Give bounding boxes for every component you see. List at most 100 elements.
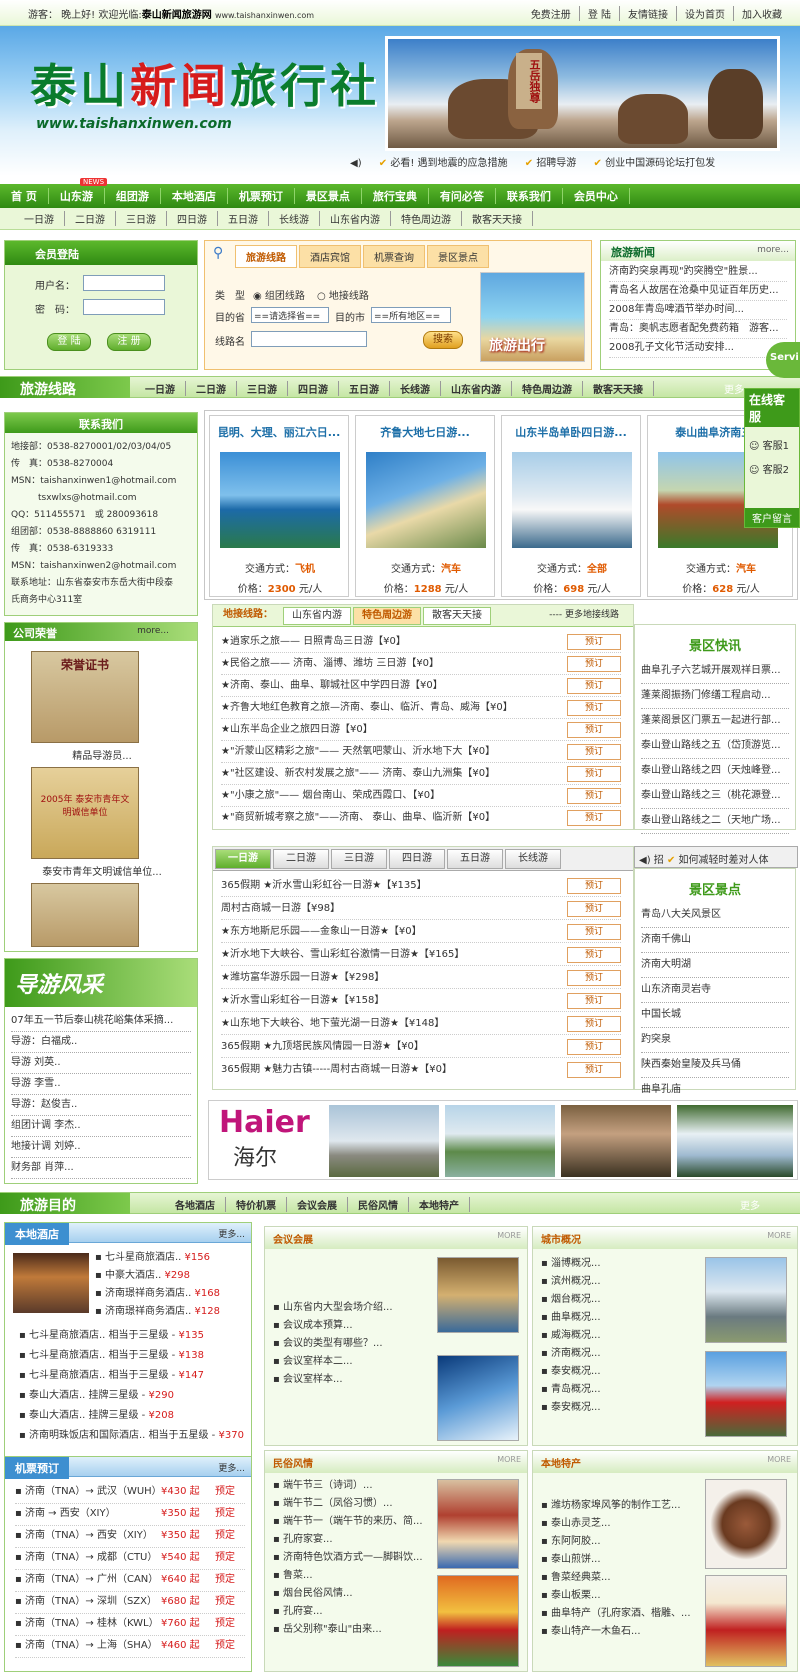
tab-two-day[interactable]: 二日游 (273, 848, 329, 869)
book-button[interactable]: 预订 (567, 993, 621, 1009)
scenic-news-item[interactable]: 蓬莱阁景区门票五一起进行部... (641, 709, 789, 734)
nav-group[interactable]: 组团游 (105, 188, 161, 204)
tab-flights[interactable]: 机票查询 (363, 245, 425, 268)
flight-row[interactable]: ▪ 济南（TNA）→ 深圳（SZX） ¥680 起预定 (15, 1591, 245, 1614)
dest-link[interactable]: 特价机票 (226, 1197, 287, 1212)
routes-filter[interactable]: 三日游 (237, 381, 288, 396)
password-input[interactable] (83, 299, 165, 315)
book-button[interactable]: 预订 (567, 766, 621, 782)
honor-caption[interactable]: 精品导游员... (5, 747, 199, 762)
city-item[interactable]: ▪ 烟台概况... (541, 1291, 601, 1309)
city-item[interactable]: ▪ 曲阜概况... (541, 1309, 601, 1327)
city-item[interactable]: ▪ 泰安概况... (541, 1363, 601, 1381)
haier-ad[interactable]: Haier 海尔 (213, 1105, 323, 1177)
flight-row[interactable]: ▪ 济南（TNA）→ 广州（CAN） ¥640 起预定 (15, 1569, 245, 1592)
specialty-item[interactable]: ▪ 鲁菜经典菜... (541, 1569, 691, 1587)
folk-item[interactable]: ▪ 孔府宴... (273, 1603, 423, 1621)
subnav-item[interactable]: 三日游 (116, 211, 167, 226)
local-routes-more[interactable]: ---- 更多地接线路 (541, 607, 627, 625)
book-button[interactable]: 预订 (567, 1016, 621, 1032)
service-badge[interactable]: Servi (766, 342, 800, 378)
guide-item[interactable]: 财务部 肖萍... (11, 1158, 191, 1179)
tab-hotels[interactable]: 酒店宾馆 (299, 245, 361, 268)
marquee-item[interactable]: 必看! 遇到地震的应急措施 (390, 158, 507, 169)
routes-filter[interactable]: 散客天天接 (583, 381, 654, 396)
nav-flight[interactable]: 机票预订 (228, 188, 295, 204)
specialty-item[interactable]: ▪ 泰山特产一木鱼石... (541, 1623, 691, 1641)
nav-hotel[interactable]: 本地酒店 (161, 188, 228, 204)
scenic-spot[interactable]: 中国长城 (641, 1003, 789, 1028)
radio-group-route[interactable]: ◉ 组团线路 (253, 287, 305, 302)
register-button[interactable]: 注 册 (107, 333, 151, 351)
scenic-news-item[interactable]: 曲阜孔子六艺城开展观祥日票... (641, 659, 789, 684)
scenic-spot[interactable]: 趵突泉 (641, 1028, 789, 1053)
folk-item[interactable]: ▪ 鲁菜... (273, 1567, 423, 1585)
subnav-item[interactable]: 四日游 (167, 211, 218, 226)
favorite-link[interactable]: 加入收藏 (733, 6, 790, 21)
city-item[interactable]: ▪ 泰安概况... (541, 1399, 601, 1417)
guide-item[interactable]: 07年五一节后泰山桃花峪集体采摘... (11, 1011, 191, 1032)
city-item[interactable]: ▪ 青岛概况... (541, 1381, 601, 1399)
nav-member[interactable]: 会员中心 (563, 188, 630, 204)
specialty-item[interactable]: ▪ 泰山板栗... (541, 1587, 691, 1605)
news-item[interactable]: 青岛：奥帆志愿者配免费药箱 游客... (609, 320, 787, 339)
routes-filter[interactable]: 一日游 (135, 381, 186, 396)
city-more[interactable]: MORE (767, 1231, 791, 1240)
book-button[interactable]: 预订 (567, 700, 621, 716)
news-item[interactable]: 2008年青岛啤酒节举办时间... (609, 301, 787, 320)
flight-row[interactable]: ▪ 济南 → 西安（XIY） ¥350 起预定 (15, 1503, 245, 1526)
username-input[interactable] (83, 275, 165, 291)
tour-title[interactable]: 山东半岛单卧四日游... (502, 424, 640, 440)
subnav-item[interactable]: 二日游 (65, 211, 116, 226)
book-button[interactable]: 预订 (567, 788, 621, 804)
meeting-item[interactable]: ▪ 会议的类型有哪些？... (273, 1335, 393, 1353)
scenic-news-item[interactable]: 泰山登山路线之三（桃花源登... (641, 784, 789, 809)
city-item[interactable]: ▪ 淄博概况... (541, 1255, 601, 1273)
routes-filter[interactable]: 五日游 (339, 381, 390, 396)
nav-qa[interactable]: 有问必答 (429, 188, 496, 204)
book-button[interactable]: 预订 (567, 634, 621, 650)
book-button[interactable]: 预订 (567, 878, 621, 894)
flight-row[interactable]: ▪ 济南（TNA）→ 桂林（KWL） ¥760 起预定 (15, 1613, 245, 1636)
folk-item[interactable]: ▪ 岳父别称"泰山"由来... (273, 1621, 423, 1639)
tip-link[interactable]: 如何减轻时差对人体 (679, 855, 769, 866)
folk-item[interactable]: ▪ 端午节二（凤俗习惯）... (273, 1495, 423, 1513)
nav-contact[interactable]: 联系我们 (496, 188, 563, 204)
hotels-more[interactable]: 更多... (218, 1227, 245, 1240)
tab-long[interactable]: 长线游 (505, 848, 561, 869)
agent-2[interactable]: ☺ 客服2 (749, 461, 789, 476)
hotel-item[interactable]: ▪ 济南明珠饭店和国际酒店.. 相当于五星级 - ¥370 (19, 1427, 244, 1445)
city-select[interactable]: ==所有地区== (371, 307, 451, 323)
book-button[interactable]: 预订 (567, 656, 621, 672)
city-item[interactable]: ▪ 滨州概况... (541, 1273, 601, 1291)
book-button[interactable]: 预订 (567, 678, 621, 694)
book-button[interactable]: 预订 (567, 744, 621, 760)
news-item[interactable]: 2008孔子文化节活动安排... (609, 339, 787, 358)
specialty-item[interactable]: ▪ 曲阜特产（孔府家酒、楷雕、... (541, 1605, 691, 1623)
flight-row[interactable]: ▪ 济南（TNA）→ 西安（XIY） ¥350 起预定 (15, 1525, 245, 1548)
hotel-item[interactable]: ▪ 济南璟祥商务酒店.. ¥128 (95, 1303, 220, 1321)
specialty-item[interactable]: ▪ 泰山煎饼... (541, 1551, 691, 1569)
tab-scenic[interactable]: 景区景点 (427, 245, 489, 268)
set-home-link[interactable]: 设为首页 (676, 6, 733, 21)
tab-three-day[interactable]: 三日游 (331, 848, 387, 869)
tab-daily[interactable]: 散客天天接 (423, 606, 491, 625)
nav-shandong[interactable]: 山东游 (49, 188, 105, 204)
dest-link[interactable]: 本地特产 (409, 1197, 470, 1212)
subnav-item[interactable]: 长线游 (269, 211, 320, 226)
meeting-item[interactable]: ▪ 会议室样本二... (273, 1353, 393, 1371)
folk-item[interactable]: ▪ 端午节一（端午节的来历、简... (273, 1513, 423, 1531)
book-button[interactable]: 预订 (567, 901, 621, 917)
book-button[interactable]: 预订 (567, 924, 621, 940)
routes-filter[interactable]: 山东省内游 (441, 381, 512, 396)
folk-item[interactable]: ▪ 烟台民俗风情... (273, 1585, 423, 1603)
specialty-more[interactable]: MORE (767, 1455, 791, 1464)
tour-card[interactable]: 齐鲁大地七日游... 交通方式：汽车 价格：1288 元/人 (355, 415, 495, 597)
nav-guide[interactable]: 旅行宝典 (362, 188, 429, 204)
dest-link[interactable]: 各地酒店 (165, 1197, 226, 1212)
book-button[interactable]: 预订 (567, 1039, 621, 1055)
tour-title[interactable]: 齐鲁大地七日游... (356, 424, 494, 440)
scenic-spot[interactable]: 陕西秦始皇陵及兵马俑 (641, 1053, 789, 1078)
scenic-news-item[interactable]: 泰山登山路线之四（天烛峰登... (641, 759, 789, 784)
routes-filter[interactable]: 二日游 (186, 381, 237, 396)
